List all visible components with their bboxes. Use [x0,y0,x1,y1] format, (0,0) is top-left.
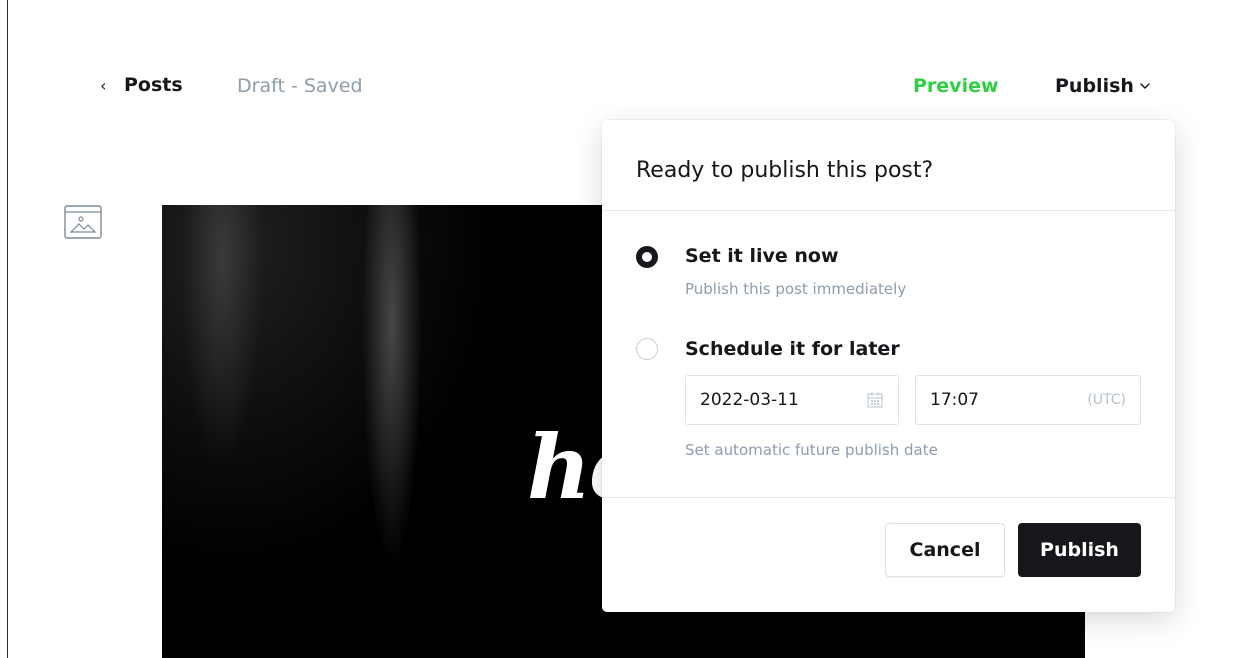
dropdown-title: Ready to publish this post? [636,158,934,183]
sidebar-edge [7,0,8,658]
schedule-date-input[interactable]: 2022-03-11 [685,375,899,425]
back-link-label: Posts [124,74,183,96]
publish-trigger-label: Publish [1055,75,1134,97]
cancel-button[interactable]: Cancel [885,523,1005,577]
schedule-time-value: 17:07 [930,390,979,410]
schedule-date-value: 2022-03-11 [700,390,799,410]
image-icon[interactable] [64,205,102,239]
chevron-down-icon [1140,83,1150,89]
option-schedule-description: Set automatic future publish date [685,441,938,459]
calendar-icon[interactable] [866,391,884,409]
publish-button[interactable]: Publish [1018,523,1141,577]
editor-page: ‹ Posts Draft - Saved Preview Publish he… [0,0,1236,658]
back-to-posts-link[interactable]: ‹ Posts [100,74,183,96]
option-set-live-description: Publish this post immediately [685,280,907,298]
option-set-live-label[interactable]: Set it live now [685,245,839,267]
timezone-label: (UTC) [1087,392,1126,408]
publish-menu-trigger[interactable]: Publish [1055,75,1152,97]
publish-dropdown: Ready to publish this post? Set it live … [602,120,1175,612]
chevron-left-icon: ‹ [100,75,107,95]
schedule-time-input[interactable]: 17:07 (UTC) [915,375,1141,425]
dropdown-divider-bottom [602,497,1175,498]
dropdown-divider-top [602,210,1175,211]
option-schedule-label[interactable]: Schedule it for later [685,338,900,360]
radio-set-live-now[interactable] [636,246,658,268]
radio-schedule-later[interactable] [636,338,658,360]
draft-status: Draft - Saved [237,75,363,97]
preview-button[interactable]: Preview [913,75,999,97]
